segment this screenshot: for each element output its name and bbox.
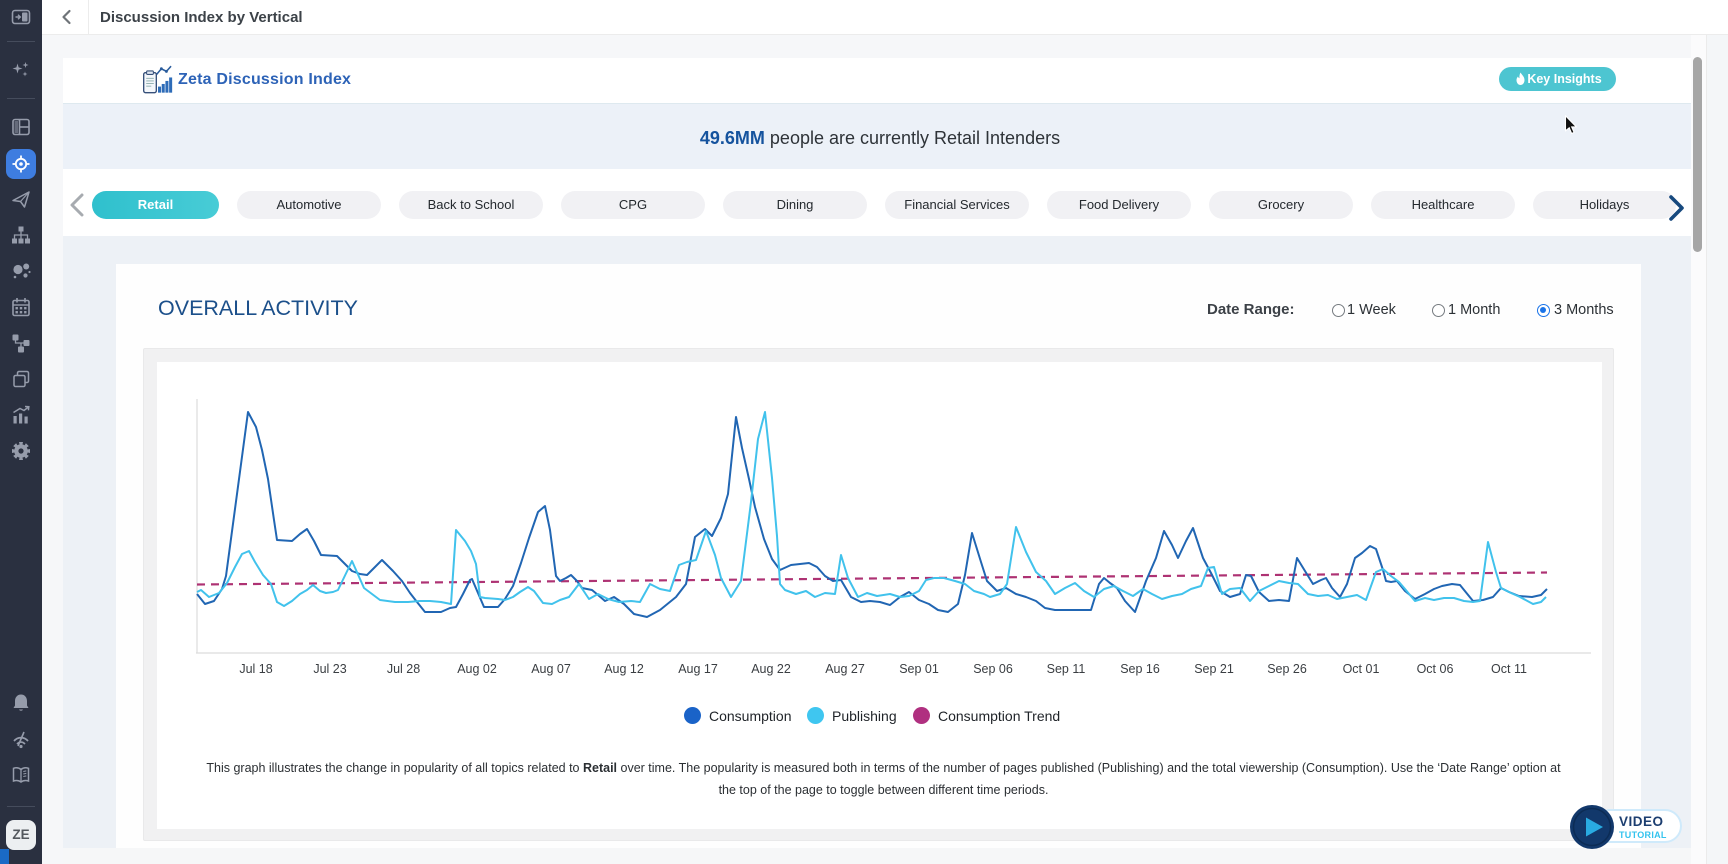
svg-text:Sep 26: Sep 26 — [1267, 662, 1307, 676]
svg-text:Sep 16: Sep 16 — [1120, 662, 1160, 676]
svg-text:Sep 11: Sep 11 — [1047, 662, 1086, 676]
svg-text:Aug 02: Aug 02 — [457, 662, 497, 676]
svg-text:Aug 27: Aug 27 — [825, 662, 865, 676]
svg-text:Oct 01: Oct 01 — [1343, 662, 1380, 676]
svg-text:Aug 22: Aug 22 — [751, 662, 791, 676]
svg-text:Jul 28: Jul 28 — [387, 662, 420, 676]
svg-text:Aug 07: Aug 07 — [531, 662, 571, 676]
svg-text:Sep 06: Sep 06 — [973, 662, 1013, 676]
svg-text:Oct 11: Oct 11 — [1491, 662, 1527, 676]
svg-text:Jul 23: Jul 23 — [313, 662, 346, 676]
svg-text:Oct 06: Oct 06 — [1417, 662, 1454, 676]
svg-text:Sep 21: Sep 21 — [1194, 662, 1234, 676]
svg-text:Sep 01: Sep 01 — [899, 662, 939, 676]
svg-text:Aug 12: Aug 12 — [604, 662, 644, 676]
svg-text:Jul 18: Jul 18 — [239, 662, 272, 676]
svg-text:Aug 17: Aug 17 — [678, 662, 718, 676]
